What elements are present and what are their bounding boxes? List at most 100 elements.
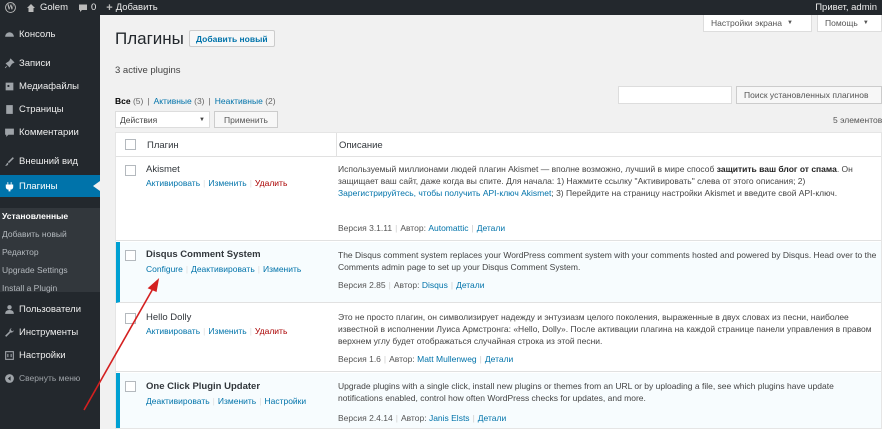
details-link[interactable]: Детали — [485, 354, 513, 364]
admin-sidebar: Консоль Записи Медиафайлы Страницы Комме… — [0, 15, 100, 429]
plugin-actions: Активировать | Изменить | Удалить — [146, 178, 288, 188]
site-name-link[interactable]: Golem — [21, 0, 73, 15]
plugin-status-filters: Все (5) | Активные (3) | Неактивные (2) — [115, 96, 276, 106]
sidebar-item-appearance[interactable]: Внешний вид — [0, 150, 100, 172]
submenu-item-editor[interactable]: Редактор — [2, 247, 39, 257]
search-plugins-button[interactable]: Поиск установленных плагинов — [736, 86, 882, 104]
plugin-checkbox[interactable] — [125, 250, 136, 261]
submenu-item-add-new[interactable]: Добавить новый — [2, 229, 67, 239]
edit-link[interactable]: Изменить — [208, 178, 246, 188]
add-new-plugin-button[interactable]: Добавить новый — [189, 30, 275, 47]
plugin-checkbox[interactable] — [125, 381, 136, 392]
help-label: Помощь — [825, 18, 858, 28]
submenu-item-upgrade-settings[interactable]: Upgrade Settings — [2, 265, 68, 275]
plugin-meta: Версия 2.85 | Автор: Disqus | Детали — [338, 280, 485, 290]
author-link[interactable]: Disqus — [422, 280, 448, 290]
svg-text:W: W — [6, 5, 14, 12]
apply-bulk-button[interactable]: Применить — [214, 111, 278, 128]
bulk-action-value: Действия — [120, 114, 158, 125]
plugin-row-hello-dolly: Hello Dolly Активировать | Изменить | Удалит… — [116, 304, 881, 372]
plugin-name: One Click Plugin Updater — [146, 381, 261, 392]
screen-options-toggle[interactable]: Настройки экрана ▼ — [703, 15, 812, 32]
sidebar-item-tools[interactable]: Инструменты — [0, 321, 100, 343]
plugin-actions: Активировать | Изменить | Удалить — [146, 326, 288, 336]
comment-icon — [3, 126, 15, 138]
caret-down-icon: ▼ — [786, 20, 793, 26]
page-title: Плагины — [115, 29, 184, 48]
collapse-menu-label: Свернуть меню — [19, 373, 81, 383]
sidebar-item-pages[interactable]: Страницы — [0, 98, 100, 120]
filter-all[interactable]: Все (5) — [115, 96, 143, 106]
users-icon — [3, 303, 15, 315]
settings-link[interactable]: Настройки — [264, 396, 306, 406]
filter-inactive[interactable]: Неактивные (2) — [215, 96, 276, 106]
plugin-description: Используемый миллионами людей плагин Aki… — [338, 164, 853, 198]
plugin-row-one-click-updater: One Click Plugin Updater Деактивировать |… — [116, 373, 881, 428]
bulk-action-select[interactable]: Действия ▼ — [115, 111, 210, 128]
submenu-item-installed[interactable]: Установленные — [2, 211, 68, 221]
sidebar-item-label: Медиафайлы — [19, 80, 80, 92]
deactivate-link[interactable]: Деактивировать — [146, 396, 210, 406]
sidebar-item-posts[interactable]: Записи — [0, 52, 100, 74]
edit-link[interactable]: Изменить — [263, 264, 301, 274]
submenu-item-install-plugin[interactable]: Install a Plugin — [2, 283, 57, 293]
edit-link[interactable]: Изменить — [218, 396, 256, 406]
collapse-arrow-icon — [3, 372, 15, 384]
brush-icon — [3, 155, 15, 167]
edit-link[interactable]: Изменить — [208, 326, 246, 336]
plug-icon — [3, 180, 15, 192]
details-link[interactable]: Детали — [456, 280, 484, 290]
sidebar-item-settings[interactable]: Настройки — [0, 344, 100, 366]
register-api-key-link[interactable]: Зарегистрируйтесь, чтобы получить API-кл… — [338, 188, 551, 198]
screen-options-label: Настройки экрана — [711, 18, 782, 28]
sidebar-item-comments[interactable]: Комментарии — [0, 121, 100, 143]
plugin-meta: Версия 2.4.14 | Автор: Janis Elsts | Детали — [338, 413, 507, 423]
plugins-table: Плагин Описание Akismet Активировать | Изм… — [115, 132, 882, 429]
media-icon — [3, 80, 15, 92]
plugin-actions: Configure | Деактивировать | Изменить — [146, 264, 302, 274]
wrench-icon — [3, 326, 15, 338]
new-label: Добавить — [115, 2, 158, 13]
sidebar-item-users[interactable]: Пользователи — [0, 298, 100, 320]
sidebar-item-label: Плагины — [19, 180, 58, 192]
sidebar-item-dashboard[interactable]: Консоль — [0, 23, 100, 45]
delete-link[interactable]: Удалить — [255, 326, 287, 336]
collapse-menu-button[interactable]: Свернуть меню — [0, 367, 100, 389]
author-link[interactable]: Matt Mullenweg — [417, 354, 477, 364]
sidebar-item-plugins[interactable]: Плагины — [0, 175, 100, 197]
plus-icon: + — [106, 1, 113, 14]
plugin-name: Akismet — [146, 164, 180, 175]
author-link[interactable]: Automattic — [428, 223, 468, 233]
plugin-checkbox[interactable] — [125, 313, 136, 324]
sidebar-item-label: Инструменты — [19, 326, 79, 338]
sidebar-item-label: Комментарии — [19, 126, 79, 138]
admin-bar: W Golem 0 + Добавить Привет, admin — [0, 0, 882, 15]
plugin-actions: Деактивировать | Изменить | Настройки — [146, 396, 307, 406]
new-content-link[interactable]: + Добавить — [101, 0, 162, 15]
caret-down-icon: ▼ — [862, 20, 869, 26]
sidebar-item-media[interactable]: Медиафайлы — [0, 75, 100, 97]
activate-link[interactable]: Активировать — [146, 178, 200, 188]
delete-link[interactable]: Удалить — [255, 178, 287, 188]
plugin-checkbox[interactable] — [125, 165, 136, 176]
comments-link[interactable]: 0 — [73, 0, 101, 15]
plugin-search-input[interactable] — [618, 86, 732, 104]
plugin-name: Disqus Comment System — [146, 249, 261, 260]
details-link[interactable]: Детали — [478, 413, 506, 423]
select-all-checkbox[interactable] — [125, 139, 136, 150]
wordpress-logo-icon[interactable]: W — [0, 0, 21, 15]
deactivate-link[interactable]: Деактивировать — [191, 264, 255, 274]
details-link[interactable]: Детали — [477, 223, 505, 233]
sidebar-item-label: Настройки — [19, 349, 66, 361]
activate-link[interactable]: Активировать — [146, 326, 200, 336]
help-toggle[interactable]: Помощь ▼ — [817, 15, 882, 32]
main-content: Настройки экрана ▼ Помощь ▼ Плагины Доба… — [100, 15, 882, 429]
author-link[interactable]: Janis Elsts — [429, 413, 470, 423]
sidebar-item-label: Консоль — [19, 28, 56, 40]
chevron-down-icon: ▼ — [199, 116, 205, 123]
account-greeting[interactable]: Привет, admin — [810, 0, 882, 15]
plugin-meta: Версия 1.6 | Автор: Matt Mullenweg | Детали — [338, 354, 514, 364]
configure-link[interactable]: Configure — [146, 264, 183, 274]
sidebar-item-label: Пользователи — [19, 303, 82, 315]
filter-active[interactable]: Активные (3) — [154, 96, 205, 106]
